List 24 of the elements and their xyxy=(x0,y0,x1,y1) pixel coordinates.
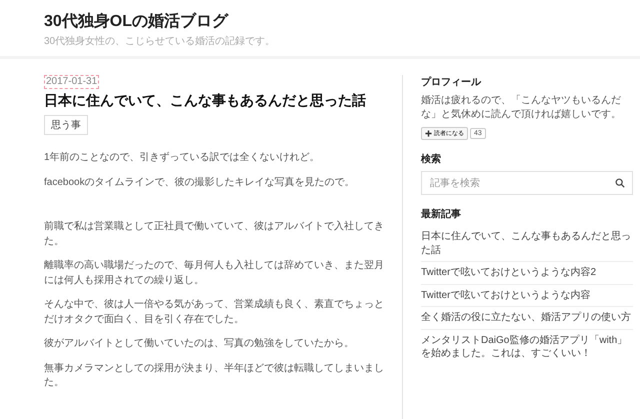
search-field[interactable]: 記事を検索 xyxy=(421,171,633,195)
post-date[interactable]: 2017-01-31 xyxy=(44,75,100,89)
section-heading: 検索 xyxy=(421,152,442,166)
recent-post-link[interactable]: 全く婚活の役に立たない、婚活アプリの使い方 xyxy=(421,311,633,324)
profile-text: 婚活は疲れるので、「こんなヤツもいるんだな」と気休めに読んで頂ければ嬉しいです。 xyxy=(421,94,622,121)
body-paragraph: 前職で私は営業職として正社員で働いていて、彼はアルバイトで入社してきた。 xyxy=(44,220,385,248)
category-tag[interactable]: 思う事 xyxy=(44,115,88,135)
recent-post-link[interactable]: Twitterで呟いておけというような内容 xyxy=(421,288,633,302)
site-title-link[interactable]: 30代独身OLの婚活ブログ xyxy=(44,11,228,32)
section-heading: 最新記事 xyxy=(421,207,462,221)
body-paragraph: facebookのタイムラインで、彼の撮影したキレイな写真を見たので。 xyxy=(44,176,356,190)
body-paragraph: そんな中で、彼は人一倍やる気があって、営業成績も良く、素直でちょっとだけオタクで面白く、目を引く存在でした。 xyxy=(44,298,385,326)
recent-post-link[interactable]: 日本に住んでいて、こんな事もあるんだと思った話 xyxy=(421,230,633,257)
section-heading: プロフィール xyxy=(421,75,482,89)
post-title[interactable]: 日本に住んでいて、こんな事もあるんだと思った話 xyxy=(44,92,388,110)
search-icon[interactable] xyxy=(615,178,625,188)
plus-icon xyxy=(425,130,432,137)
site-tagline: 30代独身女性の、こじらせている婚活の記録です。 xyxy=(44,34,276,48)
body-paragraph: 離職率の高い職場だったので、毎月何人も入社しては辞めていき、また翌月には何人も採用されての繰り返し。 xyxy=(44,259,385,288)
body-paragraph: 1年前のことなので、引きずっている訳では全くないけれど。 xyxy=(44,151,321,165)
body-paragraph: 彼がアルバイトとして働いていたのは、写真の勉強をしていたから。 xyxy=(44,337,355,351)
body-paragraph: 無事カメラマンとしての採用が決まり、半年ほどで彼は転職してしまいました。 xyxy=(44,362,385,390)
recent-post-link[interactable]: メンタリストDaiGo監修の婚活アプリ「with」を始めました。これは、すごくいい！ xyxy=(421,334,633,360)
recent-post-link[interactable]: Twitterで呟いておけというような内容2 xyxy=(421,266,633,280)
